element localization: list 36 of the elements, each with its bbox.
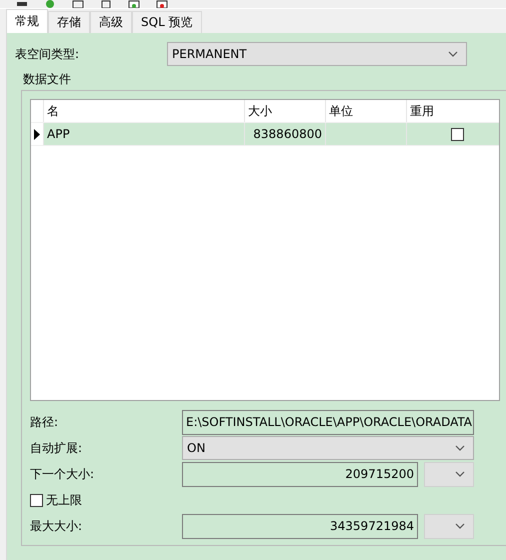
toolbar-icon[interactable] bbox=[16, 0, 28, 8]
dropdown-caret-icon bbox=[455, 523, 465, 529]
group-title: 数据文件 bbox=[23, 71, 72, 88]
dropdown-caret-icon bbox=[455, 471, 465, 477]
field-label: 最大大小: bbox=[30, 518, 84, 534]
dropdown-caret-icon bbox=[448, 51, 458, 57]
field-label: 路径: bbox=[30, 414, 60, 430]
table-cell: 838860800 bbox=[245, 123, 326, 145]
tab[interactable]: 常规 bbox=[6, 9, 48, 33]
column-header[interactable]: 重用 bbox=[407, 100, 506, 122]
reuse-checkbox[interactable] bbox=[450, 128, 464, 140]
row-pointer-icon bbox=[34, 128, 40, 140]
add-file-icon[interactable] bbox=[128, 0, 140, 8]
table-cell: APP bbox=[44, 123, 245, 145]
tab[interactable]: 高级 bbox=[90, 11, 132, 33]
tablespace-type-select[interactable]: PERMANENT bbox=[167, 42, 467, 66]
size-field[interactable]: 34359721984 bbox=[182, 514, 418, 538]
checkbox[interactable] bbox=[30, 494, 43, 506]
table-row[interactable]: APP 838860800 bbox=[31, 123, 499, 146]
delete-file-icon[interactable] bbox=[156, 0, 168, 8]
dropdown-caret-icon bbox=[455, 445, 465, 451]
tab[interactable]: SQL 预览 bbox=[132, 11, 202, 33]
autoextend-select[interactable]: ON bbox=[182, 436, 474, 460]
field-label: 下一个大小: bbox=[30, 466, 96, 482]
add-icon[interactable] bbox=[44, 0, 56, 8]
path-field[interactable]: E:\SOFTINSTALL\ORACLE\APP\ORACLE\ORADATA bbox=[182, 410, 474, 434]
size-field[interactable]: 209715200 bbox=[182, 462, 418, 486]
save-as-icon[interactable] bbox=[100, 0, 112, 8]
save-icon[interactable] bbox=[72, 0, 84, 8]
column-header[interactable]: 大小 bbox=[245, 100, 326, 122]
field-label: 表空间类型: bbox=[15, 46, 80, 62]
tab[interactable]: 存储 bbox=[48, 11, 90, 33]
column-header[interactable]: 单位 bbox=[326, 100, 407, 122]
column-header[interactable]: 名 bbox=[44, 100, 245, 122]
checkbox-label: 无上限 bbox=[46, 492, 82, 508]
field-label: 自动扩展: bbox=[30, 440, 84, 456]
